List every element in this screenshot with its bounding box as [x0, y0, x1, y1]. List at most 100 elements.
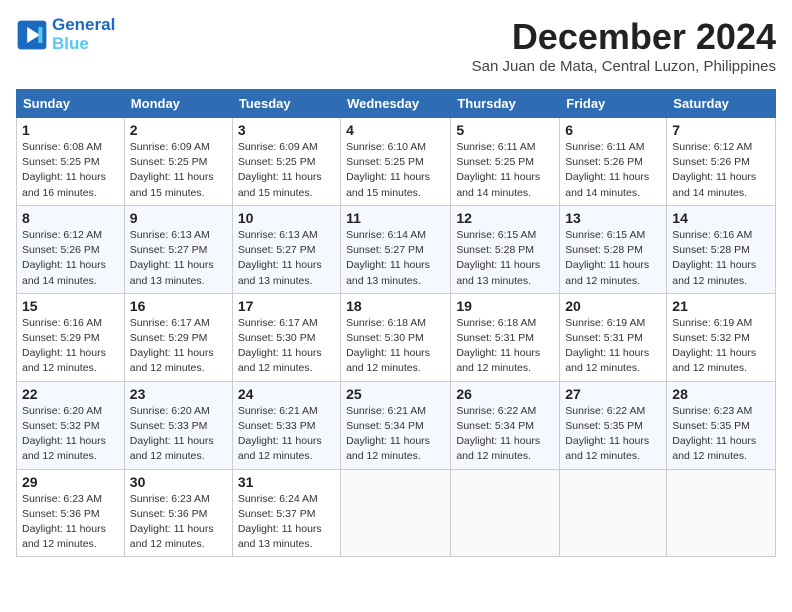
day-number: 1 — [22, 122, 119, 138]
calendar-cell: 31 Sunrise: 6:24 AMSunset: 5:37 PMDayligh… — [232, 469, 340, 557]
header-thursday: Thursday — [451, 90, 560, 118]
day-info: Sunrise: 6:18 AMSunset: 5:30 PMDaylight:… — [346, 316, 445, 377]
calendar-cell: 15Sunrise: 6:16 AMSunset: 5:29 PMDayligh… — [17, 293, 125, 381]
day-info: Sunrise: 6:13 AMSunset: 5:27 PMDaylight:… — [130, 228, 227, 289]
month-title: December 2024 San Juan de Mata, Central … — [472, 16, 776, 85]
calendar-cell: 7Sunrise: 6:12 AMSunset: 5:26 PMDaylight… — [667, 118, 776, 206]
day-number: 24 — [238, 386, 335, 402]
day-info: Sunrise: 6:22 AMSunset: 5:34 PMDaylight:… — [456, 404, 554, 465]
calendar-cell: 30 Sunrise: 6:23 AMSunset: 5:36 PMDayligh… — [124, 469, 232, 557]
calendar-cell — [341, 469, 451, 557]
day-info: Sunrise: 6:24 AMSunset: 5:37 PMDaylight:… — [238, 492, 335, 553]
day-info: Sunrise: 6:19 AMSunset: 5:31 PMDaylight:… — [565, 316, 661, 377]
logo-icon — [16, 19, 48, 51]
day-number: 30 — [130, 474, 227, 490]
day-info: Sunrise: 6:21 AMSunset: 5:34 PMDaylight:… — [346, 404, 445, 465]
day-info: Sunrise: 6:16 AMSunset: 5:28 PMDaylight:… — [672, 228, 770, 289]
day-number: 8 — [22, 210, 119, 226]
day-number: 6 — [565, 122, 661, 138]
logo-text: General Blue — [52, 16, 115, 53]
day-number: 28 — [672, 386, 770, 402]
calendar-cell: 18 Sunrise: 6:18 AMSunset: 5:30 PMDayligh… — [341, 293, 451, 381]
calendar-cell: 2 Sunrise: 6:09 AMSunset: 5:25 PMDaylight… — [124, 118, 232, 206]
header-friday: Friday — [560, 90, 667, 118]
day-info: Sunrise: 6:20 AMSunset: 5:33 PMDaylight:… — [130, 404, 227, 465]
week-row-5: 29 Sunrise: 6:23 AMSunset: 5:36 PMDayligh… — [17, 469, 776, 557]
day-info: Sunrise: 6:10 AMSunset: 5:25 PMDaylight:… — [346, 140, 445, 201]
header-sunday: Sunday — [17, 90, 125, 118]
week-row-2: 8Sunrise: 6:12 AMSunset: 5:26 PMDaylight… — [17, 205, 776, 293]
day-info: Sunrise: 6:15 AMSunset: 5:28 PMDaylight:… — [565, 228, 661, 289]
day-info: Sunrise: 6:20 AMSunset: 5:32 PMDaylight:… — [22, 404, 119, 465]
calendar-cell: 10 Sunrise: 6:13 AMSunset: 5:27 PMDayligh… — [232, 205, 340, 293]
day-number: 16 — [130, 298, 227, 314]
page-header: General Blue December 2024 San Juan de M… — [16, 16, 776, 85]
week-row-1: 1 Sunrise: 6:08 AMSunset: 5:25 PMDaylight… — [17, 118, 776, 206]
calendar-cell: 23 Sunrise: 6:20 AMSunset: 5:33 PMDayligh… — [124, 381, 232, 469]
calendar-cell: 11 Sunrise: 6:14 AMSunset: 5:27 PMDayligh… — [341, 205, 451, 293]
day-number: 11 — [346, 210, 445, 226]
day-info: Sunrise: 6:17 AMSunset: 5:30 PMDaylight:… — [238, 316, 335, 377]
location-subtitle: San Juan de Mata, Central Luzon, Philipp… — [472, 58, 776, 75]
calendar-cell: 19Sunrise: 6:18 AMSunset: 5:31 PMDayligh… — [451, 293, 560, 381]
day-info: Sunrise: 6:21 AMSunset: 5:33 PMDaylight:… — [238, 404, 335, 465]
calendar-cell: 22 Sunrise: 6:20 AMSunset: 5:32 PMDayligh… — [17, 381, 125, 469]
calendar-cell: 5 Sunrise: 6:11 AMSunset: 5:25 PMDaylight… — [451, 118, 560, 206]
day-number: 14 — [672, 210, 770, 226]
day-number: 27 — [565, 386, 661, 402]
calendar-cell: 16Sunrise: 6:17 AMSunset: 5:29 PMDayligh… — [124, 293, 232, 381]
day-number: 9 — [130, 210, 227, 226]
day-info: Sunrise: 6:11 AMSunset: 5:25 PMDaylight:… — [456, 140, 554, 201]
day-info: Sunrise: 6:19 AMSunset: 5:32 PMDaylight:… — [672, 316, 770, 377]
day-number: 22 — [22, 386, 119, 402]
day-info: Sunrise: 6:23 AMSunset: 5:36 PMDaylight:… — [130, 492, 227, 553]
calendar-cell: 29Sunrise: 6:23 AMSunset: 5:36 PMDayligh… — [17, 469, 125, 557]
calendar-cell: 13 Sunrise: 6:15 AMSunset: 5:28 PMDayligh… — [560, 205, 667, 293]
day-info: Sunrise: 6:14 AMSunset: 5:27 PMDaylight:… — [346, 228, 445, 289]
day-number: 13 — [565, 210, 661, 226]
day-number: 3 — [238, 122, 335, 138]
day-number: 15 — [22, 298, 119, 314]
day-number: 20 — [565, 298, 661, 314]
week-row-4: 22 Sunrise: 6:20 AMSunset: 5:32 PMDayligh… — [17, 381, 776, 469]
calendar-cell: 6 Sunrise: 6:11 AMSunset: 5:26 PMDaylight… — [560, 118, 667, 206]
day-info: Sunrise: 6:11 AMSunset: 5:26 PMDaylight:… — [565, 140, 661, 201]
calendar-cell: 28 Sunrise: 6:23 AMSunset: 5:35 PMDayligh… — [667, 381, 776, 469]
day-number: 7 — [672, 122, 770, 138]
day-info: Sunrise: 6:23 AMSunset: 5:35 PMDaylight:… — [672, 404, 770, 465]
week-row-3: 15Sunrise: 6:16 AMSunset: 5:29 PMDayligh… — [17, 293, 776, 381]
calendar-cell: 20 Sunrise: 6:19 AMSunset: 5:31 PMDayligh… — [560, 293, 667, 381]
day-info: Sunrise: 6:13 AMSunset: 5:27 PMDaylight:… — [238, 228, 335, 289]
calendar-cell — [667, 469, 776, 557]
logo: General Blue — [16, 16, 115, 53]
day-number: 10 — [238, 210, 335, 226]
day-info: Sunrise: 6:08 AMSunset: 5:25 PMDaylight:… — [22, 140, 119, 201]
calendar-table: SundayMondayTuesdayWednesdayThursdayFrid… — [16, 89, 776, 557]
day-number: 29 — [22, 474, 119, 490]
day-number: 4 — [346, 122, 445, 138]
calendar-cell: 4 Sunrise: 6:10 AMSunset: 5:25 PMDaylight… — [341, 118, 451, 206]
day-number: 31 — [238, 474, 335, 490]
calendar-cell: 14 Sunrise: 6:16 AMSunset: 5:28 PMDayligh… — [667, 205, 776, 293]
day-number: 21 — [672, 298, 770, 314]
day-number: 17 — [238, 298, 335, 314]
header-monday: Monday — [124, 90, 232, 118]
calendar-cell: 12 Sunrise: 6:15 AMSunset: 5:28 PMDayligh… — [451, 205, 560, 293]
day-number: 25 — [346, 386, 445, 402]
header-wednesday: Wednesday — [341, 90, 451, 118]
day-number: 12 — [456, 210, 554, 226]
day-info: Sunrise: 6:09 AMSunset: 5:25 PMDaylight:… — [130, 140, 227, 201]
calendar-cell: 17 Sunrise: 6:17 AMSunset: 5:30 PMDayligh… — [232, 293, 340, 381]
day-info: Sunrise: 6:15 AMSunset: 5:28 PMDaylight:… — [456, 228, 554, 289]
calendar-cell: 27 Sunrise: 6:22 AMSunset: 5:35 PMDayligh… — [560, 381, 667, 469]
calendar-cell — [451, 469, 560, 557]
day-number: 2 — [130, 122, 227, 138]
header-saturday: Saturday — [667, 90, 776, 118]
day-number: 5 — [456, 122, 554, 138]
day-number: 18 — [346, 298, 445, 314]
day-info: Sunrise: 6:22 AMSunset: 5:35 PMDaylight:… — [565, 404, 661, 465]
day-number: 23 — [130, 386, 227, 402]
day-number: 26 — [456, 386, 554, 402]
calendar-cell: 26 Sunrise: 6:22 AMSunset: 5:34 PMDayligh… — [451, 381, 560, 469]
day-info: Sunrise: 6:09 AMSunset: 5:25 PMDaylight:… — [238, 140, 335, 201]
